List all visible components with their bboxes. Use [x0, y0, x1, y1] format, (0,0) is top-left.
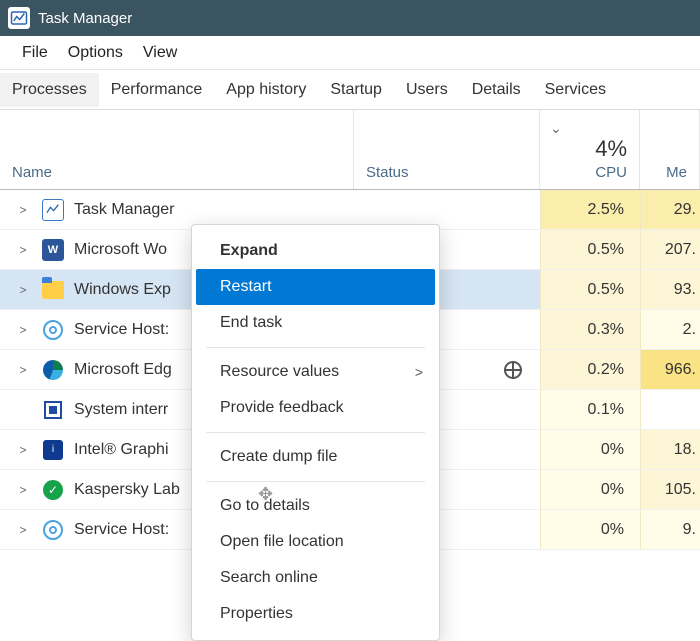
gear-icon [42, 319, 64, 341]
ctx-go-details[interactable]: Go to details [192, 488, 439, 524]
cpu-cell: 0.3% [540, 310, 640, 349]
intel-icon: i [42, 439, 64, 461]
chevron-down-icon: ⌄ [550, 120, 562, 137]
process-name: Microsoft Wo [74, 241, 167, 259]
column-header-cpu[interactable]: ⌄ 4% CPU [540, 110, 640, 189]
mem-cell: 2. [640, 310, 700, 349]
tab-details[interactable]: Details [460, 73, 533, 107]
process-name: Service Host: [74, 521, 169, 539]
cpu-cell: 0.5% [540, 230, 640, 269]
tab-processes[interactable]: Processes [0, 73, 99, 107]
process-name: Task Manager [74, 201, 175, 219]
memory-column-label: Me [666, 164, 687, 181]
ctx-create-dump[interactable]: Create dump file [192, 439, 439, 475]
expander-icon[interactable]: > [16, 483, 30, 497]
expander-icon[interactable]: > [16, 283, 30, 297]
cpu-cell: 0% [540, 510, 640, 549]
expander-icon[interactable]: > [16, 323, 30, 337]
mem-cell: 105. [640, 470, 700, 509]
mem-cell: 18. [640, 430, 700, 469]
ctx-properties[interactable]: Properties [192, 596, 439, 632]
menu-options[interactable]: Options [58, 40, 133, 66]
expander-icon[interactable]: > [16, 203, 30, 217]
tab-bar: Processes Performance App history Startu… [0, 70, 700, 110]
ctx-restart[interactable]: Restart [196, 269, 435, 305]
ctx-separator [206, 347, 425, 348]
process-name: Service Host: [74, 321, 169, 339]
window-title: Task Manager [38, 10, 132, 27]
ctx-open-location[interactable]: Open file location [192, 524, 439, 560]
column-header-memory[interactable]: Me [640, 110, 700, 189]
ctx-separator [206, 481, 425, 482]
tab-performance[interactable]: Performance [99, 73, 215, 107]
cpu-cell: 0% [540, 470, 640, 509]
mem-cell: 207. [640, 230, 700, 269]
expander-icon[interactable]: > [16, 363, 30, 377]
ctx-label: Resource values [220, 363, 339, 380]
cpu-cell: 2.5% [540, 190, 640, 229]
context-menu: Expand Restart End task Resource values … [191, 224, 440, 641]
cpu-column-label: CPU [595, 164, 627, 181]
cpu-cell: 0% [540, 430, 640, 469]
ctx-expand[interactable]: Expand [192, 233, 439, 269]
titlebar: Task Manager [0, 0, 700, 36]
expander-icon[interactable]: > [16, 243, 30, 257]
tab-app-history[interactable]: App history [214, 73, 318, 107]
mem-cell: 29. [640, 190, 700, 229]
task-manager-icon [42, 199, 64, 221]
cpu-total-percent: 4% [595, 136, 627, 162]
column-header-name[interactable]: Name [0, 110, 354, 189]
ctx-search-online[interactable]: Search online [192, 560, 439, 596]
ctx-resource-values[interactable]: Resource values > [192, 354, 439, 390]
ctx-provide-feedback[interactable]: Provide feedback [192, 390, 439, 426]
tab-startup[interactable]: Startup [318, 73, 394, 107]
gear-icon [42, 519, 64, 541]
process-name: Intel® Graphi [74, 441, 169, 459]
tab-users[interactable]: Users [394, 73, 460, 107]
process-name: Windows Exp [74, 281, 171, 299]
edge-icon [42, 359, 64, 381]
column-header-status[interactable]: Status [354, 110, 540, 189]
menu-file[interactable]: File [12, 40, 58, 66]
tab-services[interactable]: Services [533, 73, 618, 107]
kaspersky-icon: ✓ [42, 479, 64, 501]
folder-icon [42, 279, 64, 301]
suspended-icon [504, 361, 522, 379]
task-manager-app-icon [8, 7, 30, 29]
word-icon: W [42, 239, 64, 261]
mem-cell [640, 390, 700, 429]
column-header-row: Name Status ⌄ 4% CPU Me [0, 110, 700, 190]
cpu-cell: 0.1% [540, 390, 640, 429]
mem-cell: 9. [640, 510, 700, 549]
rect-icon [42, 399, 64, 421]
ctx-separator [206, 432, 425, 433]
ctx-end-task[interactable]: End task [192, 305, 439, 341]
menubar: File Options View [0, 36, 700, 70]
process-name: Kaspersky Lab [74, 481, 180, 499]
process-name: System interr [74, 401, 168, 419]
mem-cell: 93. [640, 270, 700, 309]
process-name: Microsoft Edg [74, 361, 172, 379]
chevron-right-icon: > [415, 364, 423, 380]
expander-icon[interactable]: > [16, 523, 30, 537]
cpu-cell: 0.5% [540, 270, 640, 309]
menu-view[interactable]: View [133, 40, 187, 66]
cpu-cell: 0.2% [540, 350, 640, 389]
expander-icon[interactable]: > [16, 443, 30, 457]
mem-cell: 966. [640, 350, 700, 389]
